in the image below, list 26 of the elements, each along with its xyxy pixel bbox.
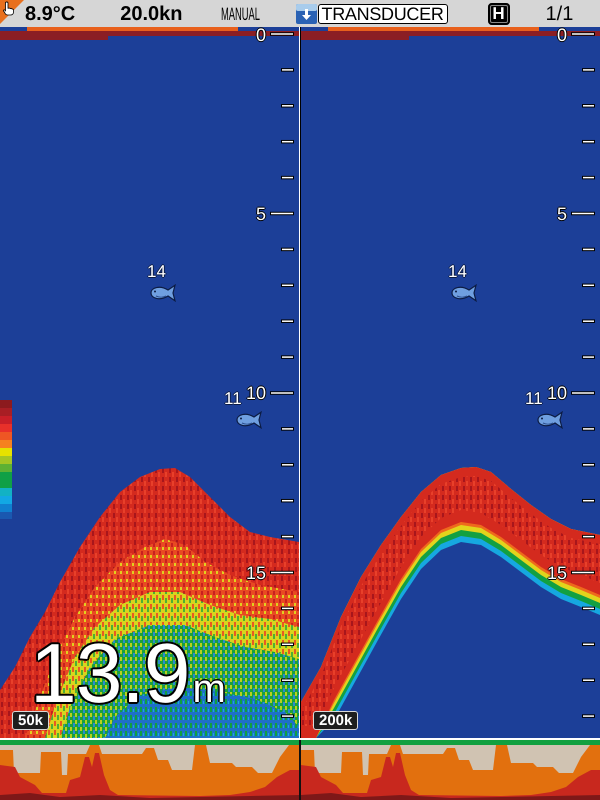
depth-label: 5 bbox=[256, 206, 266, 222]
hand-pointer-icon bbox=[0, 0, 24, 24]
gain-mode: MANUAL bbox=[220, 4, 260, 24]
fish-size-label: 14 bbox=[448, 262, 467, 282]
fish-icon bbox=[451, 284, 477, 302]
depth-label: 0 bbox=[556, 27, 567, 43]
frequency-badge: 200k bbox=[313, 711, 358, 730]
water-temperature: 8.9°C bbox=[25, 2, 76, 24]
depth-label: 15 bbox=[246, 564, 266, 580]
frequency-badge: 50k bbox=[12, 711, 50, 730]
fish-icon bbox=[537, 411, 563, 429]
fish-size-label: 11 bbox=[224, 389, 242, 409]
mode-badge: H bbox=[488, 2, 510, 24]
fish-icon bbox=[236, 411, 262, 429]
depth-label: 0 bbox=[256, 27, 266, 43]
boat-speed: 20.0kn bbox=[120, 2, 183, 24]
fish-size-label: 11 bbox=[525, 389, 543, 409]
depth-label: 10 bbox=[246, 385, 266, 401]
page-indicator: 1/1 bbox=[546, 2, 574, 24]
fish-size-label: 14 bbox=[147, 262, 166, 282]
depth-unit: m bbox=[192, 669, 226, 709]
transducer-source: TRANSDUCER bbox=[318, 4, 448, 24]
depth-label: 10 bbox=[546, 385, 567, 401]
fish-icon bbox=[150, 284, 176, 302]
depth-label: 5 bbox=[556, 206, 567, 222]
depth-label: 15 bbox=[546, 564, 567, 580]
